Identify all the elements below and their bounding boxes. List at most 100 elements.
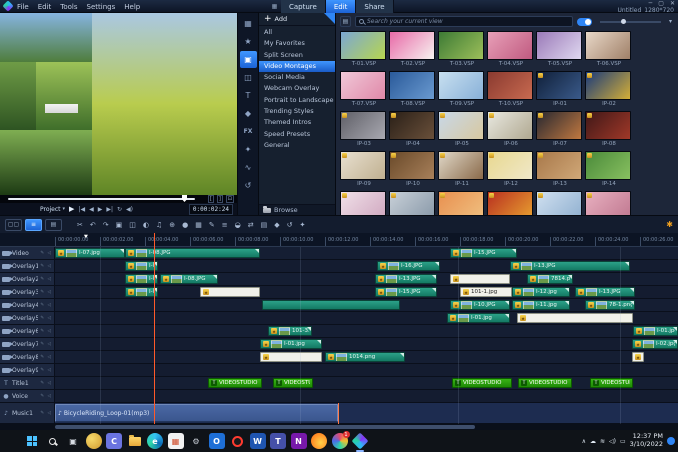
- tab-edit[interactable]: Edit: [325, 0, 357, 13]
- playhead[interactable]: [154, 233, 155, 424]
- taskbar-clock[interactable]: 12:37 PM 3/10/2022: [630, 432, 663, 449]
- battery-icon[interactable]: ▭: [620, 438, 626, 445]
- multicam-editor-icon[interactable]: ▦: [195, 221, 202, 229]
- undo-icon[interactable]: ↶: [90, 221, 96, 229]
- gallery-item[interactable]: IP-18: [487, 191, 535, 215]
- timeline-clip[interactable]: ★: [632, 352, 644, 362]
- menu-settings[interactable]: Settings: [87, 3, 116, 11]
- category-webcam-overlay[interactable]: Webcam Overlay: [259, 83, 335, 94]
- mark-in-icon[interactable]: [: [207, 195, 214, 203]
- gallery-item[interactable]: IP-16: [389, 191, 437, 215]
- track-mini-icons[interactable]: ✎ ◁: [40, 368, 52, 373]
- timeline-clip[interactable]: ★ 7814.png: [527, 274, 573, 284]
- category-all[interactable]: All: [259, 27, 335, 38]
- track-mini-icons[interactable]: ✎ ◁: [40, 394, 52, 399]
- paths-icon[interactable]: ∿: [240, 159, 257, 176]
- timeline-clip[interactable]: TVIDEOSTUDIO (VIDEOS...: [208, 378, 262, 388]
- end-button[interactable]: ▶|: [106, 206, 113, 213]
- slider-knob[interactable]: [621, 18, 627, 24]
- timeline-clip[interactable]: ★: [450, 274, 510, 284]
- split-clip-icon[interactable]: ✂: [77, 221, 83, 229]
- sort-icon[interactable]: ▾: [669, 18, 674, 25]
- track-lane-overlay8[interactable]: ★ ★ 1014.png ★: [55, 351, 678, 363]
- titles-icon[interactable]: T: [240, 87, 257, 104]
- gallery-item[interactable]: T-01.VSP: [340, 31, 388, 69]
- gallery-item[interactable]: IP-05: [438, 111, 486, 149]
- gallery-item[interactable]: IP-10: [389, 151, 437, 189]
- notification-badge[interactable]: [667, 437, 675, 445]
- track-header-music1[interactable]: ♪ Music1 ✎ ◁: [0, 403, 55, 423]
- gallery-item[interactable]: T-09.VSP: [438, 71, 486, 109]
- browse-button[interactable]: Browse: [259, 204, 335, 215]
- gallery-item[interactable]: IP-02: [585, 71, 633, 109]
- track-lane-overlay6[interactable]: ★101-3.png★I-01.jpg: [55, 325, 678, 337]
- tab-share[interactable]: Share: [356, 0, 394, 13]
- gallery-item[interactable]: T-03.VSP: [438, 31, 486, 69]
- timeline-clip[interactable]: ★ I-08.JPG: [160, 274, 218, 284]
- search-input[interactable]: Search your current view: [355, 16, 573, 27]
- motion-tracking-icon[interactable]: ⊕: [169, 221, 175, 229]
- timeline-clip[interactable]: ★ I-08.JPG: [125, 248, 260, 258]
- category-trending-styles[interactable]: Trending Styles: [259, 106, 335, 117]
- menu-help[interactable]: Help: [124, 3, 140, 11]
- menu-tools[interactable]: Tools: [60, 3, 77, 11]
- track-manager-icon[interactable]: ▤: [261, 221, 268, 229]
- filters-icon[interactable]: FX: [240, 123, 257, 140]
- playback-mode[interactable]: Project: [40, 206, 61, 213]
- track-mini-icons[interactable]: ✎ ◁: [40, 355, 52, 360]
- volume-icon[interactable]: ◁): [609, 438, 616, 445]
- gallery-item[interactable]: IP-13: [536, 151, 584, 189]
- track-mini-icons[interactable]: ✎ ◁: [40, 342, 52, 347]
- settings-icon[interactable]: ✱: [666, 220, 673, 229]
- mark-out-icon[interactable]: ]: [216, 195, 223, 203]
- timeline-clip[interactable]: TVIDEOSTUDIO: [518, 378, 572, 388]
- track-mini-icons[interactable]: ✎ ◁: [40, 303, 52, 308]
- gallery-item[interactable]: IP-09: [340, 151, 388, 189]
- network-icon[interactable]: ≋: [600, 438, 605, 445]
- track-lane-overlay7[interactable]: ★ I-01.jpg ★ I-02.jpg: [55, 338, 678, 350]
- timeline-scrollbar[interactable]: [55, 425, 475, 429]
- timeline-ruler[interactable]: ▼ 00:00:00.00 00:00:02.00 00:00:04.00 00:00…: [0, 233, 678, 247]
- storyboard-view-button[interactable]: ▢▢: [5, 218, 22, 231]
- gallery-item[interactable]: IP-15: [340, 191, 388, 215]
- transitions-icon[interactable]: ◫: [240, 69, 257, 86]
- transition-icon[interactable]: ◫: [129, 221, 136, 229]
- category-themed-intros[interactable]: Themed Intros: [259, 117, 335, 128]
- timeline-clip[interactable]: ★ I-10.JPG: [450, 300, 510, 310]
- gallery-item[interactable]: T-06.VSP: [585, 31, 633, 69]
- gallery-item[interactable]: IP-17: [438, 191, 486, 215]
- timeline-clip[interactable]: ★ I-16.JPG: [377, 261, 440, 271]
- taskbar-start-icon[interactable]: [24, 433, 40, 449]
- track-mini-icons[interactable]: ✎ ◁: [40, 381, 52, 386]
- category-split-screen[interactable]: Split Screen: [259, 50, 335, 61]
- gallery-item[interactable]: IP-19: [536, 191, 584, 215]
- timeline-clip[interactable]: [262, 300, 400, 310]
- track-lane-overlay5[interactable]: ★ I-01.jpg ★: [55, 312, 678, 324]
- instant-project-icon[interactable]: ★: [240, 33, 257, 50]
- timeline-clip[interactable]: ★ 1014.png: [325, 352, 405, 362]
- timeline-clip[interactable]: ★ I-11.jpg: [512, 300, 570, 310]
- chevron-down-icon[interactable]: ▾: [63, 206, 66, 212]
- track-header-overlay8[interactable]: Overlay8 ✎ ◁: [0, 351, 55, 363]
- track-header-overlay5[interactable]: Overlay5 ✎ ◁: [0, 312, 55, 324]
- track-header-overlay3[interactable]: Overlay3 ✎ ◁: [0, 286, 55, 298]
- enlarge-preview-icon[interactable]: ⊡: [225, 195, 234, 203]
- timeline-clip[interactable]: ★: [200, 287, 260, 297]
- taskbar-calendar-icon[interactable]: ▦: [167, 433, 184, 449]
- category-general[interactable]: General: [259, 140, 335, 151]
- timeline-view-button[interactable]: ≡: [25, 218, 42, 231]
- templates-icon[interactable]: ▣: [239, 51, 257, 68]
- gallery-item[interactable]: T-08.VSP: [389, 71, 437, 109]
- track-header-overlay9[interactable]: Overlay9 ✎ ◁: [0, 364, 55, 376]
- gallery-item[interactable]: IP-12: [487, 151, 535, 189]
- volume-button[interactable]: ◀): [126, 206, 133, 213]
- sound-mixer-icon[interactable]: ◐: [143, 221, 149, 229]
- track-mini-icons[interactable]: ✎ ◁: [40, 277, 52, 282]
- gallery-item[interactable]: T-07.VSP: [340, 71, 388, 109]
- track-header-overlay2[interactable]: Overlay2 ✎ ◁: [0, 273, 55, 285]
- taskbar-onenote-icon[interactable]: N: [290, 433, 307, 449]
- tray-expand-icon[interactable]: ∧: [582, 438, 586, 445]
- track-header-overlay6[interactable]: Overlay6 ✎ ◁: [0, 325, 55, 337]
- painting-creator-icon[interactable]: ✎: [209, 221, 215, 229]
- category-social-media[interactable]: Social Media: [259, 72, 335, 83]
